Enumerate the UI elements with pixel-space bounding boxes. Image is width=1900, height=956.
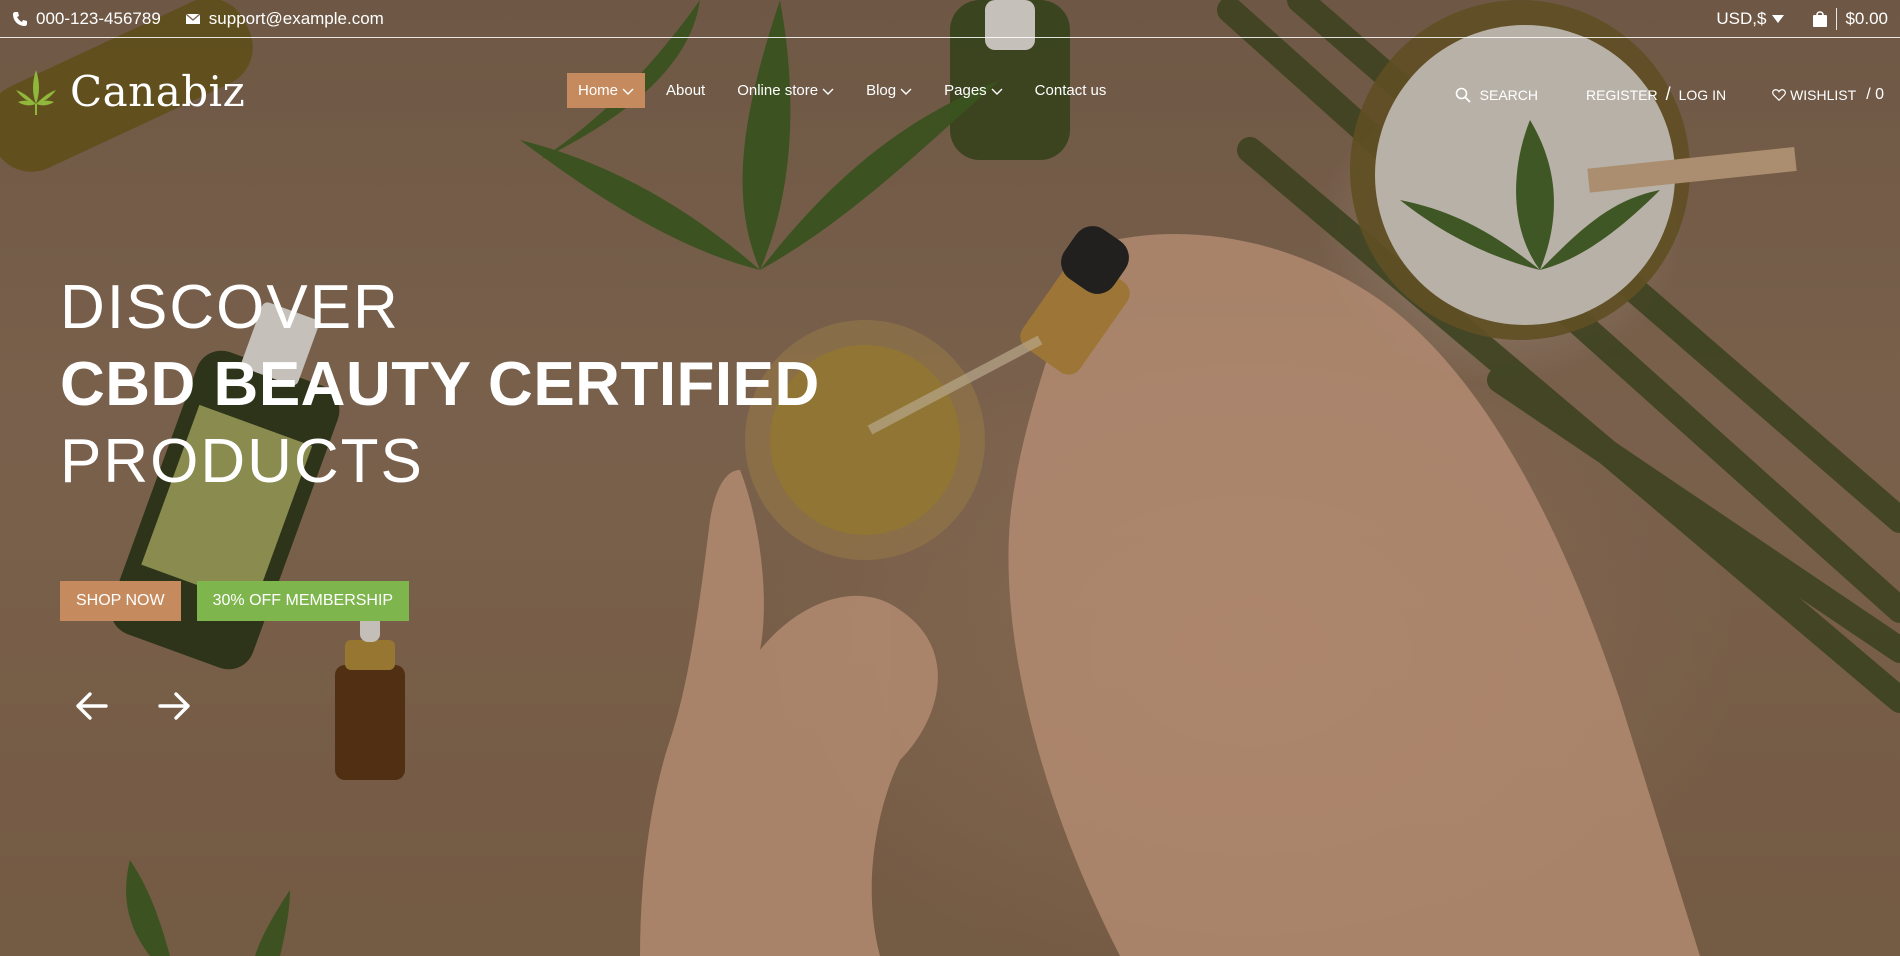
- cart-total: $0.00: [1845, 8, 1888, 28]
- logo[interactable]: Canabiz: [14, 67, 245, 116]
- nav-label: Blog: [866, 82, 897, 99]
- site-header: Canabiz Home About Online store Blog Pag…: [0, 39, 1900, 145]
- slider-controls: [72, 686, 194, 726]
- chevron-down-icon: [622, 88, 634, 95]
- search-button[interactable]: SEARCH: [1455, 87, 1538, 103]
- leaf-logo-icon: [16, 69, 56, 115]
- arrow-right-icon[interactable]: [154, 686, 194, 726]
- nav-item-about[interactable]: About: [655, 73, 716, 108]
- membership-button[interactable]: 30% OFF MEMBERSHIP: [196, 581, 410, 621]
- nav-item-home[interactable]: Home: [567, 73, 646, 108]
- caret-down-icon: [1772, 14, 1785, 23]
- currency-label: USD,$: [1716, 8, 1767, 28]
- arrow-left-icon[interactable]: [72, 686, 112, 726]
- chevron-down-icon: [822, 88, 834, 95]
- mail-icon: [185, 12, 201, 24]
- email-contact[interactable]: support@example.com: [185, 9, 384, 29]
- heart-icon: [1772, 88, 1786, 101]
- currency-selector[interactable]: USD,$: [1716, 8, 1785, 29]
- search-label: SEARCH: [1479, 86, 1539, 103]
- hero-line-3: PRODUCTS: [60, 427, 424, 496]
- auth-separator: /: [1665, 84, 1671, 104]
- hero-headline: DISCOVER CBD BEAUTY CERTIFIED PRODUCTS: [60, 270, 820, 500]
- email-address: support@example.com: [208, 8, 384, 28]
- nav-label: Home: [578, 82, 619, 99]
- phone-icon: [13, 11, 27, 26]
- wishlist-count: / 0: [1866, 85, 1884, 103]
- hero-line-1: DISCOVER: [60, 273, 400, 342]
- login-link[interactable]: LOG IN: [1679, 87, 1726, 103]
- top-bar: 000-123-456789 support@example.com USD,$…: [0, 0, 1900, 38]
- nav-label: Pages: [944, 82, 987, 99]
- nav-item-contact-us[interactable]: Contact us: [1024, 73, 1118, 108]
- bag-icon: [1813, 10, 1828, 27]
- shop-now-button[interactable]: SHOP NOW: [60, 581, 181, 621]
- account-links: REGISTER / LOG IN: [1586, 84, 1726, 105]
- cart-button[interactable]: $0.00: [1812, 7, 1888, 30]
- nav-label: About: [666, 82, 706, 99]
- brand-name: Canabiz: [70, 67, 246, 116]
- chevron-down-icon: [991, 88, 1003, 95]
- phone-contact[interactable]: 000-123-456789: [12, 9, 161, 29]
- nav-item-online-store[interactable]: Online store: [726, 73, 845, 108]
- hero-line-2: CBD BEAUTY CERTIFIED: [60, 350, 820, 419]
- cart-divider: [1836, 7, 1838, 30]
- wishlist-label: WISHLIST: [1790, 86, 1857, 103]
- wishlist-link[interactable]: WISHLIST / 0: [1772, 86, 1884, 104]
- nav-item-blog[interactable]: Blog: [855, 73, 923, 108]
- hero-buttons: SHOP NOW 30% OFF MEMBERSHIP: [60, 581, 410, 621]
- chevron-down-icon: [900, 88, 912, 95]
- header-actions: SEARCH REGISTER / LOG IN WISHLIST / 0: [1455, 84, 1884, 105]
- nav-label: Contact us: [1034, 82, 1107, 99]
- register-link[interactable]: REGISTER: [1586, 87, 1658, 103]
- nav-item-pages[interactable]: Pages: [933, 73, 1014, 108]
- nav-label: Online store: [737, 82, 819, 99]
- phone-number: 000-123-456789: [36, 8, 161, 28]
- search-icon: [1455, 87, 1471, 103]
- main-nav: Home About Online store Blog Pages Conta…: [567, 73, 1127, 108]
